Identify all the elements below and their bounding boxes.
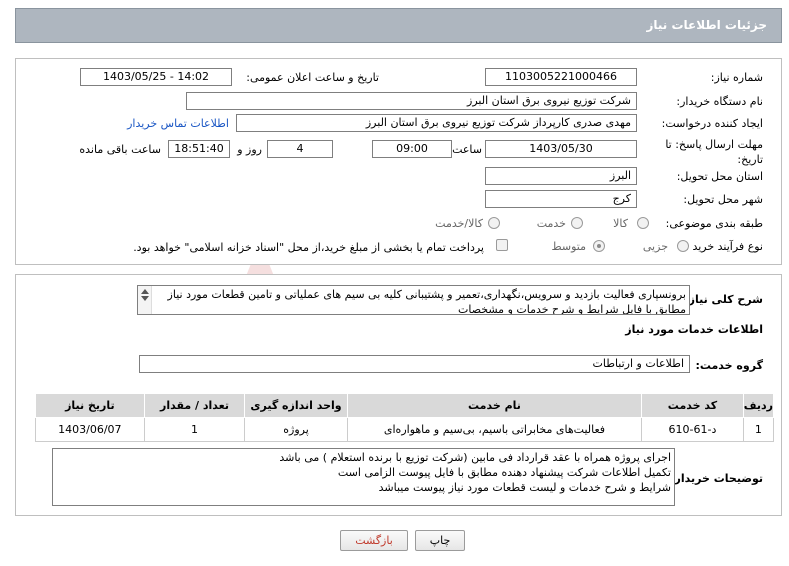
cell-unit: پروژه [244,417,348,442]
buyer-field: شرکت توزیع نیروی برق استان البرز [186,92,637,110]
col-name: نام خدمت [346,393,643,418]
cell-row: 1 [742,417,775,442]
payment-note: پرداخت تمام یا بخشی از مبلغ خرید،از محل … [133,241,484,254]
need-number-label: شماره نیاز: [710,71,763,84]
announce-field: 1403/05/25 - 14:02 [80,68,232,86]
creator-field: مهدی صدری کارپرداز شرکت توزیع نیروی برق … [236,114,637,132]
summary-scrollbar[interactable] [138,286,152,314]
category-service-label: خدمت [536,217,566,230]
title-bar: جزئیات اطلاعات نیاز [15,8,782,43]
buyer-label: نام دستگاه خریدار: [676,95,763,108]
services-heading: اطلاعات خدمات مورد نیاز [625,323,763,336]
province-label: استان محل تحویل: [676,170,763,183]
category-both-radio[interactable] [488,217,500,229]
col-code: کد خدمت [641,393,744,418]
city-label: شهر محل تحویل: [683,193,763,206]
remaining-time-field: 18:51:40 [168,140,230,158]
days-field: 4 [267,140,333,158]
summary-label: شرح کلی نیاز: [684,293,763,306]
page-title: جزئیات اطلاعات نیاز [646,18,767,32]
table-row: 1 د-61-610 فعالیت‌های مخابراتی باسیم، بی… [35,417,775,442]
col-qty: تعداد / مقدار [143,393,246,418]
process-label: نوع فرآیند خرید : [685,240,763,253]
services-table: ردیف کد خدمت نام خدمت واحد اندازه گیری ت… [35,393,775,442]
print-button[interactable]: چاپ [415,530,465,551]
time-label: ساعت [452,143,482,156]
cell-qty: 1 [143,417,246,442]
buyer-note-line: اجرای پروژه همراه با عقد قرارداد فی مابی… [279,451,671,464]
process-medium-label: متوسط [551,240,586,253]
cell-date: 1403/06/07 [35,417,145,442]
service-group-field: اطلاعات و ارتباطات [139,355,690,373]
creator-label: ایجاد کننده درخواست: [661,117,763,130]
services-header-row: ردیف کد خدمت نام خدمت واحد اندازه گیری ت… [35,393,775,418]
service-group-label: گروه خدمت: [695,359,763,372]
category-goods-radio[interactable] [637,217,649,229]
buyer-notes-label: توضیحات خریدار: [670,472,763,485]
buyer-note-line: شرایط و شرح خدمات و لیست قطعات مورد نیاز… [378,481,671,494]
back-button[interactable]: بازگشت [340,530,408,551]
category-both-label: کالا/خدمت [435,217,483,230]
city-field: کرج [485,190,637,208]
summary-textarea[interactable]: برونسپاری فعالیت بازدید و سرویس،نگهداری،… [137,285,690,315]
category-goods-label: کالا [613,217,628,230]
process-medium-radio[interactable] [593,240,605,252]
deadline-time-field: 09:00 [372,140,452,158]
category-label: طبقه بندی موضوعی: [665,217,763,230]
process-minor-label: جزیی [642,240,668,253]
category-service-radio[interactable] [571,217,583,229]
process-minor-radio[interactable] [677,240,689,252]
remaining-label: ساعت باقی مانده [79,143,161,156]
cell-name: فعالیت‌های مخابراتی باسیم، بی‌سیم و ماهو… [346,417,643,442]
days-label: روز و [237,143,262,156]
payment-checkbox[interactable] [496,239,508,251]
announce-label: تاریخ و ساعت اعلان عمومی: [246,71,379,84]
deadline-date-field: 1403/05/30 [485,140,637,158]
buyer-contact-link[interactable]: اطلاعات تماس خریدار [127,117,229,130]
buyer-note-line: تکمیل اطلاعات شرکت پیشنهاد دهنده مطابق ب… [337,466,671,479]
summary-text: برونسپاری فعالیت بازدید و سرویس،نگهداری،… [167,288,686,315]
need-number-field: 1103005221000466 [485,68,637,86]
province-field: البرز [485,167,637,185]
buyer-notes-textarea[interactable]: اجرای پروژه همراه با عقد قرارداد فی مابی… [52,448,675,506]
col-row: ردیف [742,393,775,418]
col-unit: واحد اندازه گیری [244,393,348,418]
col-date: تاریخ نیاز [35,393,145,418]
cell-code: د-61-610 [641,417,744,442]
deadline-label: مهلت ارسال پاسخ: تا تاریخ: [665,138,763,166]
